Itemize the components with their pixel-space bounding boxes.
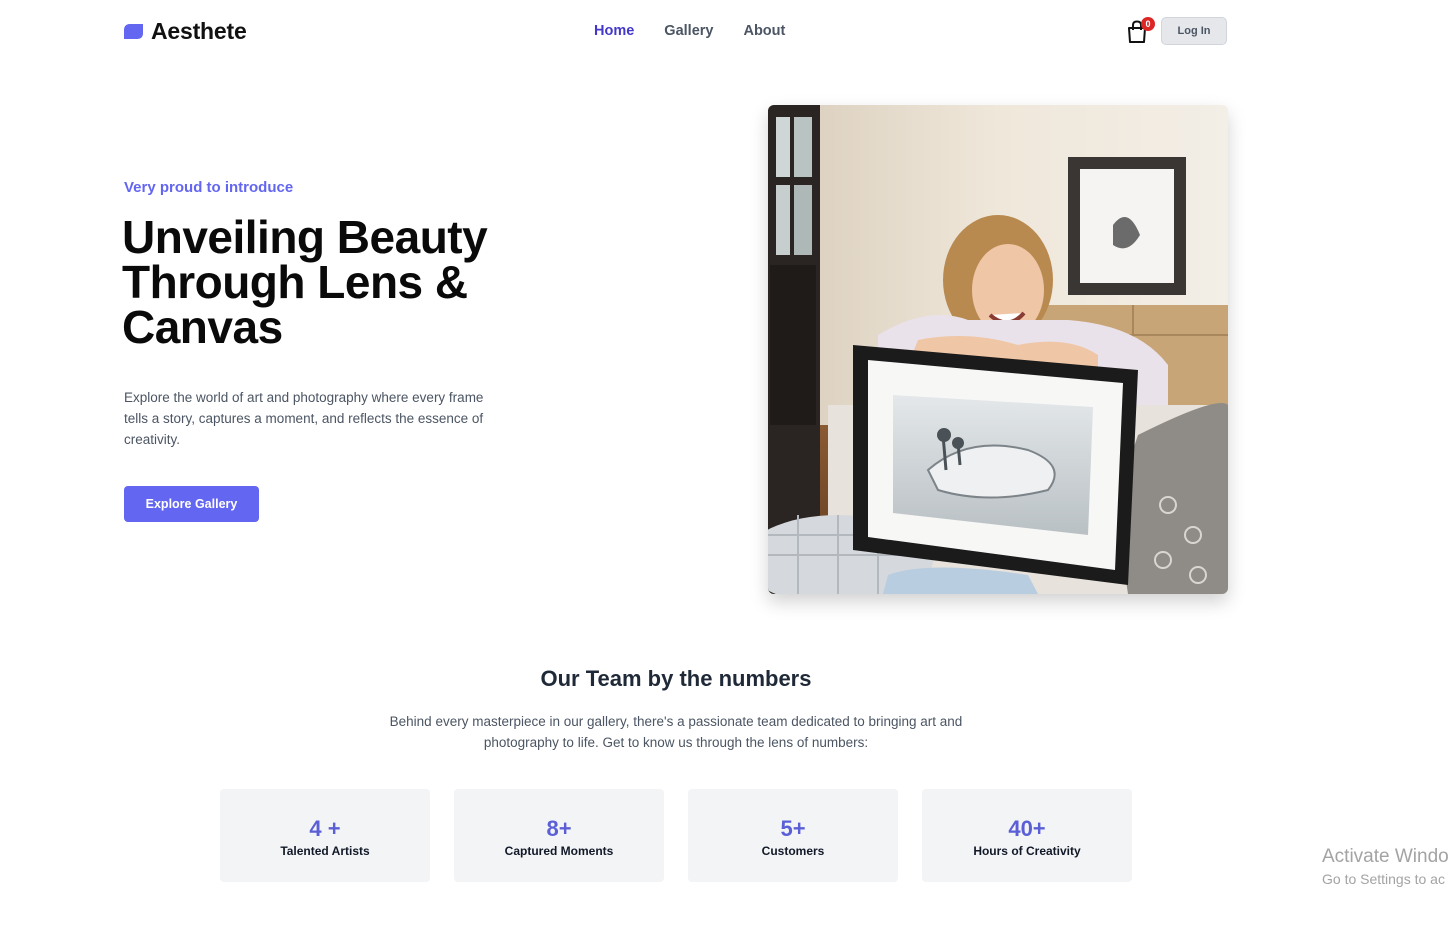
nav-home[interactable]: Home <box>594 23 634 39</box>
login-button[interactable]: Log In <box>1161 17 1227 45</box>
stat-value: 8+ <box>546 815 572 841</box>
watermark-title: Activate Windo <box>1322 846 1449 867</box>
stat-label: Talented Artists <box>280 843 370 858</box>
windows-activation-watermark: Activate Windo Go to Settings to ac <box>1322 846 1449 889</box>
stats-row: 4 + Talented Artists 8+ Captured Moments… <box>220 789 1132 882</box>
stat-card-moments: 8+ Captured Moments <box>454 789 664 882</box>
cart-count-badge: 0 <box>1141 17 1155 31</box>
hero-eyebrow: Very proud to introduce <box>124 179 294 196</box>
stat-card-customers: 5+ Customers <box>688 789 898 882</box>
hero-photo-illustration <box>768 105 1228 594</box>
stat-label: Captured Moments <box>504 843 614 858</box>
nav-about[interactable]: About <box>743 23 785 39</box>
team-section-description: Behind every masterpiece in our gallery,… <box>389 714 963 750</box>
hero-photo <box>768 105 1228 594</box>
stat-value: 4 + <box>309 815 341 841</box>
stat-value: 40+ <box>1008 815 1046 841</box>
stat-label: Hours of Creativity <box>973 843 1081 858</box>
team-section-title: Our Team by the numbers <box>540 666 812 691</box>
stat-card-hours: 40+ Hours of Creativity <box>922 789 1132 882</box>
stat-card-artists: 4 + Talented Artists <box>220 789 430 882</box>
nav-gallery[interactable]: Gallery <box>664 23 713 39</box>
site-header: Aesthete Home Gallery About 0 Log In <box>0 0 1452 64</box>
explore-gallery-button[interactable]: Explore Gallery <box>124 486 259 522</box>
brand-logo[interactable]: Aesthete <box>124 18 247 45</box>
watermark-subtitle: Go to Settings to ac <box>1322 871 1445 887</box>
logo-mark-icon <box>124 24 143 39</box>
main-nav: Home Gallery About <box>594 23 785 39</box>
brand-name: Aesthete <box>151 18 247 44</box>
stat-value: 5+ <box>780 815 806 841</box>
hero-title: Unveiling Beauty Through Lens & Canvas <box>122 211 488 353</box>
cart-button[interactable]: 0 <box>1126 17 1155 44</box>
stat-label: Customers <box>761 843 825 858</box>
hero-description: Explore the world of art and photography… <box>124 390 484 447</box>
